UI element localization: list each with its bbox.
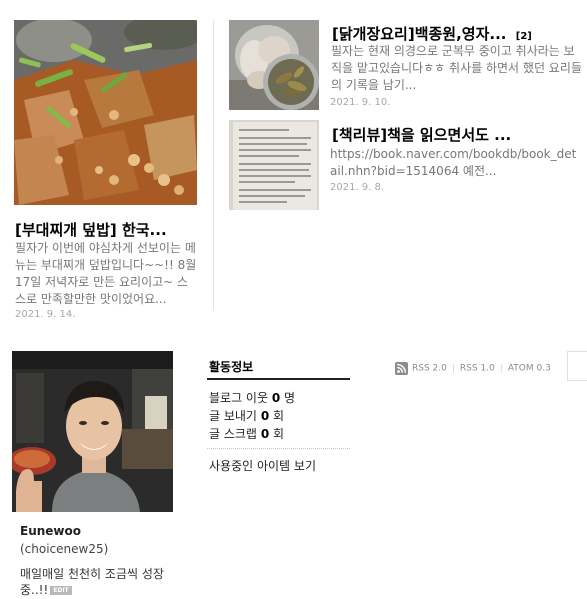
rss-2-link[interactable]: RSS 2.0 — [412, 364, 447, 374]
book-page-photo — [229, 120, 319, 210]
featured-post-date: 2021. 9. 14. — [15, 309, 76, 320]
stat-unit: 회 — [273, 409, 285, 423]
profile-photo[interactable] — [12, 351, 173, 512]
stat-value: 0 — [260, 427, 270, 441]
side-post-title[interactable]: [책리뷰]책을 읽으면서도 ... — [332, 124, 511, 145]
profile-bio: 매일매일 천천히 조금씩 성장중..!! EDIT — [20, 566, 170, 598]
side-post-date: 2021. 9. 10. — [330, 97, 391, 108]
stat-label: 글 스크랩 — [209, 427, 257, 441]
stat-posts-scrapped: 글 스크랩 0 회 — [209, 425, 284, 442]
side-panel-edge — [567, 351, 587, 381]
activity-divider — [207, 448, 350, 449]
profile-user-id: (choicenew25) — [20, 542, 109, 556]
activity-heading: 활동정보 — [209, 360, 254, 374]
featured-post-excerpt: 필자가 이번에 야심차게 선보이는 메뉴는 부대찌개 덮밥입니다~~!! 8월1… — [15, 241, 197, 306]
stew-rice-photo — [14, 20, 197, 205]
chicken-photo — [229, 20, 319, 110]
side-post-date: 2021. 9. 8. — [330, 182, 385, 193]
stat-value: 0 — [271, 391, 281, 405]
side-post-title-text[interactable]: [닭개장요리]백종원,영자... — [332, 25, 507, 43]
side-post-thumbnail[interactable] — [229, 20, 319, 110]
rss-1-link[interactable]: RSS 1.0 — [460, 364, 495, 374]
featured-post-thumbnail[interactable] — [14, 20, 197, 205]
featured-post[interactable]: [부대찌개 덮밥] 한국... 필자가 이번에 야심차게 선보이는 메뉴는 부대… — [14, 20, 199, 320]
feed-separator: | — [499, 363, 503, 374]
stat-label: 글 보내기 — [209, 409, 257, 423]
side-post-chicken-soup[interactable]: [닭개장요리]백종원,영자... [2] 필자는 현재 의경으로 군복무 중이고… — [229, 20, 584, 115]
feed-links: RSS 2.0 | RSS 1.0 | ATOM 0.3 — [395, 358, 551, 377]
profile-image — [12, 351, 173, 512]
stat-posts-sent: 글 보내기 0 회 — [209, 407, 284, 424]
activity-heading-rule — [207, 378, 350, 380]
side-post-excerpt: 필자는 현재 의경으로 군복무 중이고 취사라는 보직을 맡고있습니다ㅎㅎ 취사… — [331, 44, 582, 92]
side-post-thumbnail[interactable] — [229, 120, 319, 210]
side-post-title[interactable]: [닭개장요리]백종원,영자... [2] — [332, 23, 532, 44]
profile-name[interactable]: Eunewoo — [20, 524, 81, 538]
edit-button[interactable]: EDIT — [50, 586, 72, 595]
feed-separator: | — [451, 363, 455, 374]
rss-glyph — [397, 363, 407, 373]
stat-label: 블로그 이웃 — [209, 391, 269, 405]
stat-blog-neighbors[interactable]: 블로그 이웃 0 명 — [209, 389, 295, 406]
atom-link[interactable]: ATOM 0.3 — [508, 364, 551, 374]
post-column-divider — [213, 20, 214, 310]
comment-count[interactable]: [2] — [516, 31, 532, 42]
rss-icon — [395, 362, 408, 375]
featured-post-title[interactable]: [부대찌개 덮밥] 한국... — [15, 219, 167, 240]
stat-unit: 회 — [273, 427, 285, 441]
stat-unit: 명 — [284, 391, 296, 405]
side-post-excerpt: https://book.naver.com/bookdb/book_detai… — [330, 147, 577, 178]
side-post-book-review[interactable]: [책리뷰]책을 읽으면서도 ... https://book.naver.com… — [229, 120, 584, 215]
profile-bio-text: 매일매일 천천히 조금씩 성장중..!! — [20, 567, 164, 597]
items-in-use-link[interactable]: 사용중인 아이템 보기 — [209, 457, 316, 474]
stat-value: 0 — [260, 409, 270, 423]
